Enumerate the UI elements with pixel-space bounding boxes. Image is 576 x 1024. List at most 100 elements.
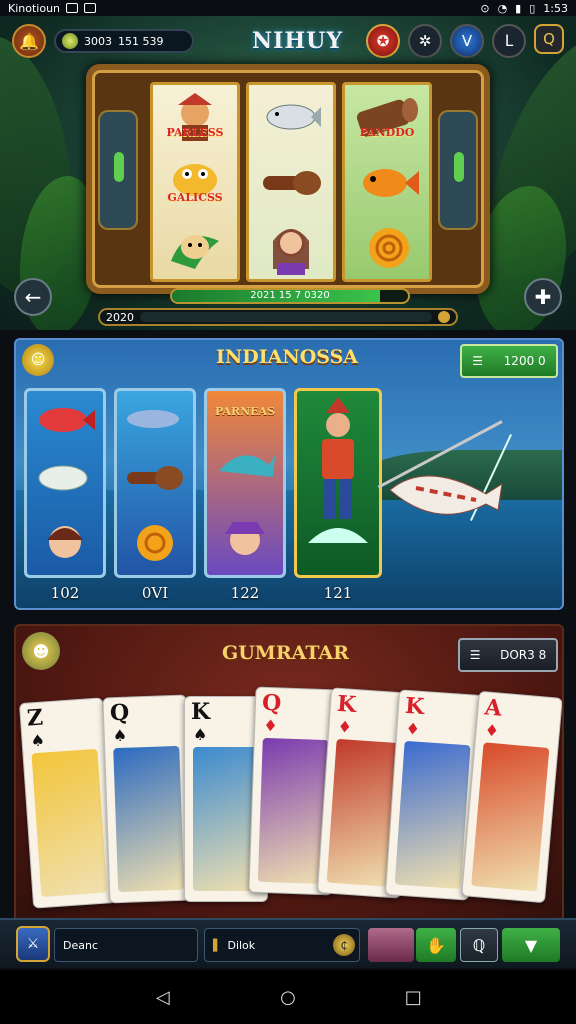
- status-app-text: Kinotioun: [8, 1, 61, 15]
- card-artwork: [394, 740, 471, 890]
- profile-button[interactable]: ᒪ: [492, 24, 526, 58]
- warrior-woman-symbol: [256, 219, 326, 275]
- progress-text: 2021 15 7 0320: [250, 290, 330, 301]
- card-number-2: 0VI: [141, 584, 169, 602]
- shop-button[interactable]: Q: [534, 24, 564, 54]
- card-bet-button[interactable]: ☰ DOR3 8: [458, 638, 558, 672]
- playing-card[interactable]: Q ♠: [102, 694, 194, 904]
- club-symbol: [256, 154, 326, 210]
- green-hand-button[interactable]: ✋: [416, 928, 456, 962]
- playing-card[interactable]: Z ♠: [18, 697, 118, 909]
- field-deanc-text: Deanc: [63, 938, 98, 952]
- card-artwork: [471, 742, 550, 892]
- wifi-icon: ◔: [497, 1, 508, 15]
- gear-icon: ✲: [418, 32, 432, 50]
- fish-card-1[interactable]: [24, 388, 106, 578]
- game-title: NIHUY: [252, 28, 344, 54]
- balance-bar: 2020: [98, 308, 458, 326]
- balance-coin-icon: [438, 311, 450, 323]
- balance-track: [140, 312, 432, 322]
- field-dilok[interactable]: ▌ Dilok ₵: [204, 928, 360, 962]
- symbol-label: PANDDO: [359, 126, 415, 140]
- home-button[interactable]: ○: [277, 986, 299, 1008]
- slot-machine-frame: PARLESS GALICSS PANDDO: [86, 64, 490, 294]
- vip-button[interactable]: V: [450, 24, 484, 58]
- notification-icon: [66, 3, 79, 13]
- card-suit: ♠: [112, 725, 128, 746]
- recents-icon: □: [404, 986, 422, 1008]
- reel-3: PANDDO: [342, 82, 432, 282]
- fish-card-3-label: PARNEAS: [214, 404, 276, 418]
- fishing-title: INDIANOSSA: [216, 346, 359, 368]
- fish-card-2[interactable]: [114, 388, 196, 578]
- slot-side-panel-right: [438, 110, 478, 230]
- home-icon: ○: [280, 986, 296, 1008]
- coin-value: 151 539: [118, 34, 164, 48]
- marker-icon: ▌: [213, 938, 222, 952]
- card-rank: K: [404, 692, 426, 721]
- field-deanc[interactable]: Deanc: [54, 928, 198, 962]
- shield-button[interactable]: ⚔: [16, 926, 50, 962]
- card-rank: Z: [26, 704, 44, 732]
- recents-button[interactable]: □: [402, 986, 424, 1008]
- bottom-action-bar: ⚔ Deanc ▌ Dilok ₵ ✋ ℚ ▼: [0, 918, 576, 968]
- confirm-arrow-icon: ▼: [524, 935, 538, 955]
- shield-icon: ⚔: [26, 936, 40, 952]
- clock-text: 1:53: [543, 1, 568, 15]
- vip-icon: V: [461, 32, 473, 50]
- back-icon: ◁: [155, 986, 170, 1008]
- symbol-label: PARLESS: [166, 126, 224, 140]
- card-artwork: [113, 745, 185, 893]
- confirm-button[interactable]: ▼: [502, 928, 560, 962]
- card-number-4: 121: [323, 584, 353, 602]
- fisherman-card[interactable]: [294, 388, 382, 578]
- pink-action-button[interactable]: [368, 928, 414, 962]
- fish-symbol: [256, 89, 326, 145]
- card-artwork: [31, 748, 108, 898]
- reel-2: [246, 82, 336, 282]
- previous-button[interactable]: ←: [14, 278, 52, 316]
- playing-card[interactable]: A ♦: [461, 690, 562, 904]
- menu-icon: ☰: [469, 648, 481, 662]
- card-suit: ♦: [483, 720, 500, 741]
- card-game-title: GUMRATAR: [222, 642, 349, 664]
- back-button[interactable]: ◁: [152, 986, 174, 1008]
- card-suit: ♦: [336, 716, 353, 737]
- top-icon-group: ✪ ✲ V ᒪ Q: [366, 24, 564, 58]
- hand-icon: ✋: [426, 935, 446, 955]
- lizard-symbol: [160, 219, 230, 275]
- fishing-badge-icon: ☺: [22, 344, 54, 376]
- card-game-panel[interactable]: ☻ GUMRATAR ☰ DOR3 8 Z ♠ Q ♠ K ♠ Q ♦ K ♦ K ♦ A ♦: [14, 624, 564, 924]
- coin-balance[interactable]: 3003 151 539: [54, 29, 194, 53]
- arrow-right-icon: ✚: [534, 285, 552, 309]
- card-rank: K: [191, 699, 211, 725]
- slot-game-area: 🔔 3003 151 539 NIHUY ✪ ✲ V ᒪ Q PARLESS G…: [0, 16, 576, 330]
- field-dilok-text: Dilok: [227, 938, 256, 952]
- fish-card-3[interactable]: PARNEAS: [204, 388, 286, 578]
- card-rank: Q: [109, 699, 130, 727]
- top-bar: 🔔 3003 151 539 NIHUY ✪ ✲ V ᒪ Q: [12, 24, 564, 58]
- card-suit: ♠: [193, 725, 208, 744]
- fishing-game-panel[interactable]: ☺ INDIANOSSA ☰ 1200 0 PARNEAS 102 0VI 12…: [14, 338, 564, 610]
- next-button[interactable]: ✚: [524, 278, 562, 316]
- goldfish-symbol: [352, 154, 422, 210]
- battery-icon: ▯: [529, 1, 536, 15]
- info-button[interactable]: ℚ: [460, 928, 498, 962]
- slot-side-panel-left: [98, 110, 138, 230]
- bell-button[interactable]: 🔔: [12, 24, 46, 58]
- settings-button[interactable]: ✲: [408, 24, 442, 58]
- card-bet-value: DOR3 8: [500, 648, 547, 662]
- bell-icon: 🔔: [19, 31, 39, 51]
- coin-knob-icon[interactable]: ₵: [333, 934, 355, 956]
- android-nav-bar: ◁ ○ □: [0, 970, 576, 1024]
- info-icon: ℚ: [472, 935, 486, 955]
- slot-reels: PARLESS GALICSS PANDDO: [150, 82, 432, 282]
- fishing-bet-button[interactable]: ☰ 1200 0: [460, 344, 558, 378]
- card-rank: A: [483, 694, 503, 722]
- card-number-1: 102: [50, 584, 80, 602]
- card-suit: ♠: [29, 730, 46, 751]
- bonus-button[interactable]: ✪: [366, 24, 400, 58]
- status-bar: Kinotioun ⊙ ◔ ▮ ▯ 1:53: [0, 0, 576, 16]
- signal-icon: ▮: [515, 1, 522, 15]
- bonus-icon: ✪: [376, 32, 390, 50]
